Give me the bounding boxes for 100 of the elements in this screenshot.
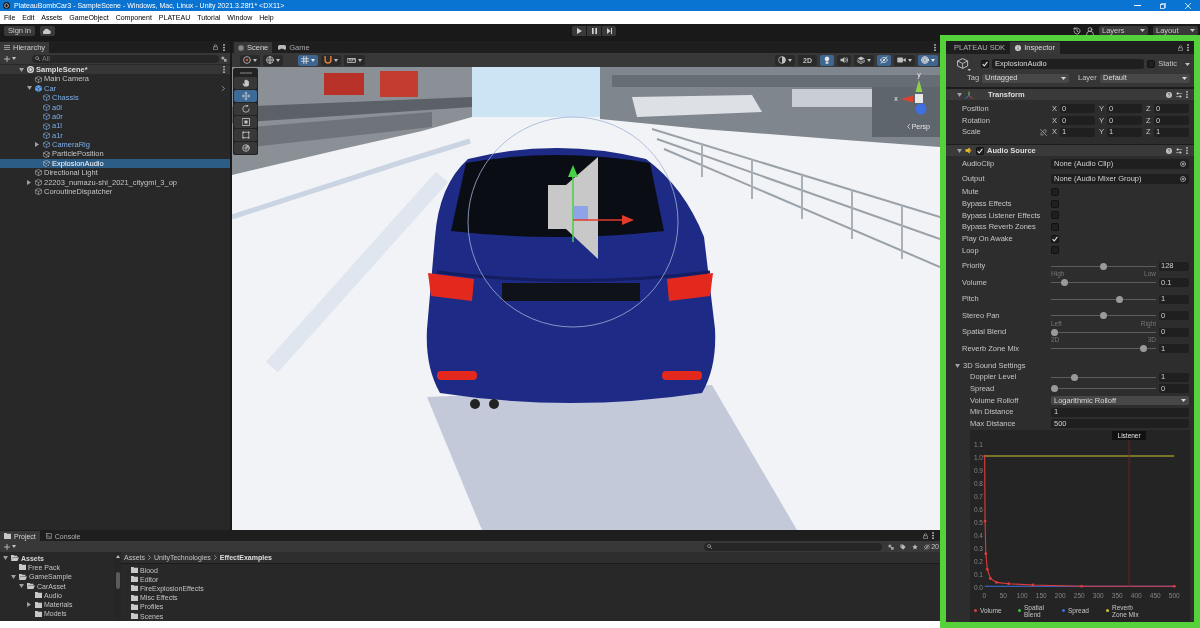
- caret-down-icon[interactable]: [1185, 62, 1190, 66]
- search-field[interactable]: [704, 542, 883, 551]
- caret-down-icon: [788, 58, 793, 62]
- solid-cube-icon: [35, 84, 42, 92]
- toolbar-button[interactable]: [344, 54, 365, 66]
- tool-button[interactable]: [234, 116, 257, 128]
- close-icon[interactable]: [1184, 2, 1191, 9]
- checkbox[interactable]: [1051, 234, 1059, 243]
- star-icon[interactable]: [912, 543, 919, 550]
- slider-track[interactable]: [1051, 328, 1156, 336]
- sliders-icon[interactable]: [1176, 147, 1182, 154]
- checkmark-icon: [1052, 235, 1058, 242]
- caret-down-icon: [1182, 76, 1187, 80]
- checkbox[interactable]: [1051, 246, 1059, 255]
- play-icon: [576, 28, 582, 34]
- toolbar-button[interactable]: [775, 54, 796, 66]
- folder-open-icon: [27, 583, 35, 590]
- caret-down-icon[interactable]: [19, 67, 24, 72]
- tag-icon[interactable]: [900, 543, 907, 550]
- help-icon[interactable]: [1166, 147, 1172, 154]
- caret-down-icon[interactable]: [12, 57, 16, 60]
- caret-down-icon: [1061, 76, 1066, 80]
- hand-icon: [241, 79, 250, 87]
- help-icon[interactable]: [1166, 91, 1172, 98]
- slider-thumb[interactable]: [1100, 262, 1107, 270]
- caret-down-icon[interactable]: [3, 556, 8, 561]
- unlink-icon[interactable]: [1040, 128, 1047, 136]
- toolbar-button[interactable]: [263, 54, 283, 66]
- caret-down-icon[interactable]: [957, 148, 962, 153]
- checkbox[interactable]: [1051, 211, 1059, 220]
- data-point: [984, 551, 988, 555]
- checkbox[interactable]: [1051, 199, 1059, 208]
- tool-button[interactable]: [234, 129, 257, 141]
- caret-down-icon[interactable]: [957, 92, 962, 97]
- restore-icon[interactable]: [1159, 2, 1166, 9]
- caret-down-icon[interactable]: [955, 363, 960, 368]
- account-icon[interactable]: [1086, 26, 1094, 35]
- slider-track[interactable]: [1051, 385, 1156, 393]
- slider-thumb[interactable]: [1060, 279, 1068, 287]
- toolbar-button[interactable]: [894, 54, 915, 66]
- caret-right-icon[interactable]: [27, 602, 31, 608]
- checkbox[interactable]: [976, 146, 984, 155]
- toolbar-button[interactable]: [877, 54, 891, 66]
- data-point: [1007, 581, 1010, 585]
- caret-right-icon[interactable]: [35, 142, 39, 148]
- slider-thumb[interactable]: [1116, 295, 1124, 303]
- checkbox[interactable]: [1147, 60, 1156, 68]
- sliders-icon[interactable]: [1176, 91, 1182, 98]
- lock-icon[interactable]: [213, 44, 218, 50]
- caret-down-icon[interactable]: [11, 574, 16, 579]
- toolbar-button[interactable]: [854, 54, 874, 66]
- caret-down-icon[interactable]: [27, 86, 32, 91]
- shapes-icon[interactable]: [888, 543, 895, 550]
- slider-thumb[interactable]: [1100, 312, 1107, 320]
- tool-button[interactable]: [234, 77, 257, 89]
- rect-tool-icon: [241, 131, 250, 139]
- target-icon[interactable]: [1180, 175, 1186, 182]
- slider-thumb[interactable]: [1140, 345, 1148, 353]
- toolbar-button[interactable]: [918, 54, 938, 66]
- video-camera-icon: [897, 57, 906, 63]
- toolbar-button[interactable]: [820, 54, 834, 66]
- target-icon[interactable]: [1180, 160, 1186, 167]
- lock-icon[interactable]: [1178, 44, 1183, 51]
- cube-dropdown-icon[interactable]: [957, 57, 971, 71]
- tool-button[interactable]: [234, 103, 257, 115]
- toolbar-button[interactable]: [837, 54, 851, 66]
- shapes-icon[interactable]: [221, 55, 227, 62]
- pause-button[interactable]: [587, 26, 601, 36]
- step-icon: [606, 28, 612, 34]
- checkbox[interactable]: [1051, 187, 1059, 196]
- slider-thumb[interactable]: [1051, 328, 1058, 336]
- history-icon[interactable]: [1073, 26, 1081, 35]
- cloud-button[interactable]: [39, 26, 55, 36]
- scene-icon: [27, 66, 34, 74]
- cube-plus-icon: [43, 150, 50, 158]
- tool-button[interactable]: [234, 142, 257, 154]
- plus-icon[interactable]: [4, 543, 10, 550]
- caret-down-icon[interactable]: [12, 545, 16, 548]
- play-button[interactable]: [572, 26, 586, 36]
- wire-sphere-icon: [921, 56, 929, 64]
- caret-right-icon[interactable]: [27, 179, 31, 185]
- chevron-right-icon: [213, 555, 217, 560]
- chevron-right-icon[interactable]: [222, 85, 225, 91]
- pause-icon: [591, 28, 597, 34]
- toolbar-button[interactable]: [240, 54, 260, 66]
- caret-up-icon[interactable]: [115, 555, 120, 558]
- slider-thumb[interactable]: [1051, 385, 1058, 393]
- chevron-left-icon: [906, 124, 910, 129]
- plus-icon[interactable]: [4, 55, 10, 62]
- caret-down-icon[interactable]: [19, 584, 24, 589]
- step-button[interactable]: [602, 26, 616, 36]
- lock-icon[interactable]: [923, 532, 928, 539]
- transform-icon: [241, 144, 250, 152]
- checkbox[interactable]: [1051, 222, 1059, 231]
- slider-thumb[interactable]: [1070, 373, 1078, 381]
- cube-icon: [35, 188, 42, 196]
- toolbar-button[interactable]: [298, 54, 318, 66]
- toolbar-button[interactable]: [321, 54, 341, 66]
- ruler-icon: [347, 57, 356, 63]
- checkbox[interactable]: [981, 60, 989, 68]
